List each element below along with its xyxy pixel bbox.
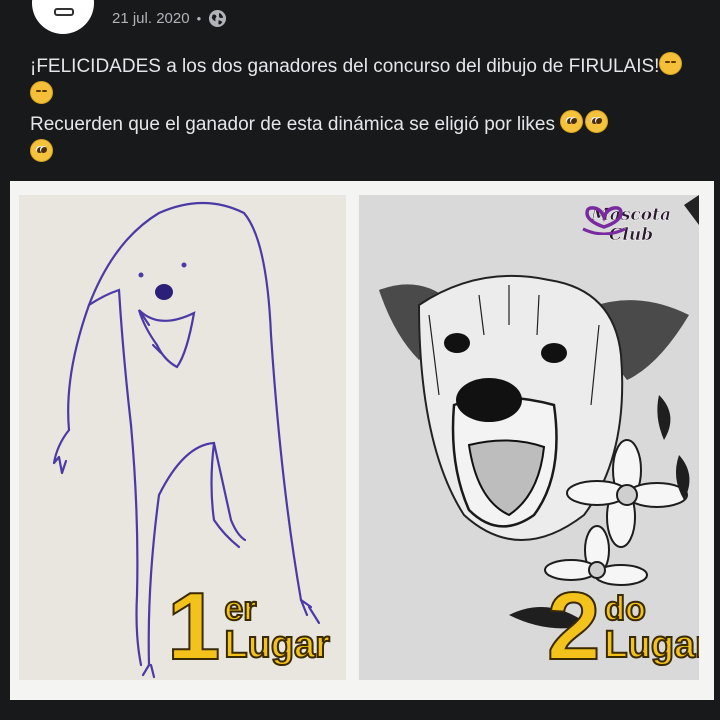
heart-logo-icon: [582, 206, 626, 235]
post-footer: [0, 700, 720, 720]
avatar[interactable]: [32, 0, 94, 34]
avatar-logo-icon: [54, 8, 74, 16]
post-date[interactable]: 21 jul. 2020: [112, 10, 190, 27]
pleading-face-emoji-icon: [30, 139, 53, 162]
post-text: ¡FELICIDADES a los dos ganadores del con…: [30, 52, 692, 168]
first-place-suffix: er: [223, 590, 257, 628]
post-meta: 21 jul. 2020 •: [112, 6, 227, 30]
pleading-face-emoji-icon: [585, 110, 609, 133]
second-place-suffix: do: [603, 590, 647, 628]
post-line-1: ¡FELICIDADES a los dos ganadores del con…: [30, 52, 692, 110]
first-place-label: 1 er Lugar: [166, 573, 331, 680]
post-image[interactable]: 1 er Lugar Mascota Club 2 do Luga: [10, 181, 714, 700]
pleading-face-emoji-icon: [560, 110, 584, 133]
first-place-drawing: 1 er Lugar: [19, 195, 346, 680]
second-place-number: 2: [546, 573, 601, 680]
second-place-word: Lugar: [603, 624, 699, 666]
party-face-emoji-icon: [659, 52, 683, 75]
meta-separator: •: [196, 10, 202, 26]
brand-logo: Mascota Club: [581, 205, 681, 245]
first-place-word: Lugar: [223, 624, 331, 666]
first-place-number: 1: [166, 573, 221, 680]
post-line-2: Recuerden que el ganador de esta dinámic…: [30, 110, 692, 168]
globe-icon[interactable]: [208, 9, 227, 28]
party-face-emoji-icon: [30, 81, 53, 104]
second-place-label: 2 do Lugar: [546, 573, 699, 680]
second-place-drawing: Mascota Club 2 do Lugar: [359, 195, 699, 680]
